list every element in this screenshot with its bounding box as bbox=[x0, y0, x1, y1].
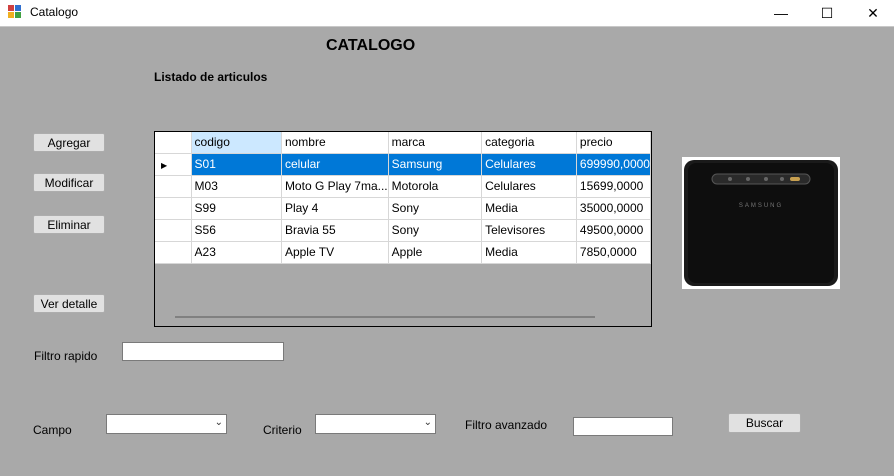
close-icon: ✕ bbox=[867, 4, 879, 21]
quick-filter-input[interactable] bbox=[122, 342, 284, 361]
row-header-cell[interactable] bbox=[155, 175, 192, 198]
app-icon bbox=[8, 5, 22, 19]
table-cell[interactable]: Apple bbox=[388, 241, 483, 264]
row-header-cell[interactable] bbox=[155, 241, 192, 264]
phone-image-graphic: SAMSUNG bbox=[684, 160, 838, 286]
table-cell[interactable]: Media bbox=[481, 241, 577, 264]
modify-button[interactable]: Modificar bbox=[33, 173, 105, 192]
window-title: Catalogo bbox=[30, 5, 79, 19]
row-header-cell[interactable]: ▶ bbox=[155, 153, 192, 176]
table-cell[interactable]: celular bbox=[281, 153, 389, 176]
advanced-filter-label: Filtro avanzado bbox=[465, 418, 548, 432]
criteria-select[interactable]: ⌄ bbox=[315, 414, 436, 434]
table-cell[interactable]: 35000,0000 bbox=[576, 197, 651, 220]
horizontal-scrollbar[interactable] bbox=[175, 316, 595, 318]
row-header-cell[interactable] bbox=[155, 197, 192, 220]
brand-label: SAMSUNG bbox=[739, 203, 783, 209]
table-cell[interactable]: 15699,0000 bbox=[576, 175, 651, 198]
table-cell[interactable]: Celulares bbox=[481, 175, 577, 198]
table-cell[interactable]: Sony bbox=[388, 219, 483, 242]
table-cell[interactable]: S56 bbox=[191, 219, 282, 242]
chevron-down-icon: ⌄ bbox=[214, 417, 223, 428]
table-row[interactable]: S99 Play 4 Sony Media 35000,0000 bbox=[155, 197, 651, 220]
minimize-icon: — bbox=[774, 5, 788, 21]
table-cell[interactable]: 49500,0000 bbox=[576, 219, 651, 242]
advanced-filter-input[interactable] bbox=[573, 417, 673, 436]
table-cell[interactable]: Televisores bbox=[481, 219, 577, 242]
grid-corner-cell bbox=[155, 132, 192, 154]
articles-grid[interactable]: codigo nombre marca categoria precio ▶ S… bbox=[154, 131, 652, 327]
maximize-button[interactable]: ☐ bbox=[804, 0, 850, 26]
table-cell[interactable]: Play 4 bbox=[281, 197, 389, 220]
table-cell[interactable]: Media bbox=[481, 197, 577, 220]
page-title: CATALOGO bbox=[326, 37, 416, 54]
field-label: Campo bbox=[33, 423, 72, 437]
column-header-precio[interactable]: precio bbox=[576, 132, 651, 154]
table-row[interactable]: S56 Bravia 55 Sony Televisores 49500,000… bbox=[155, 219, 651, 242]
table-cell[interactable]: Apple TV bbox=[281, 241, 389, 264]
search-button[interactable]: Buscar bbox=[728, 413, 801, 433]
table-cell[interactable]: Sony bbox=[388, 197, 483, 220]
table-cell[interactable]: S01 bbox=[191, 153, 282, 176]
table-cell[interactable]: 7850,0000 bbox=[576, 241, 651, 264]
maximize-icon: ☐ bbox=[820, 4, 834, 21]
minimize-button[interactable]: — bbox=[758, 0, 804, 26]
grid-header-row: codigo nombre marca categoria precio bbox=[155, 132, 651, 154]
table-row[interactable]: A23 Apple TV Apple Media 7850,0000 bbox=[155, 241, 651, 264]
phone-image: SAMSUNG bbox=[682, 157, 840, 289]
chevron-down-icon: ⌄ bbox=[423, 417, 432, 428]
column-header-categoria[interactable]: categoria bbox=[481, 132, 577, 154]
table-cell[interactable]: A23 bbox=[191, 241, 282, 264]
table-cell[interactable]: S99 bbox=[191, 197, 282, 220]
delete-button[interactable]: Eliminar bbox=[33, 215, 105, 234]
table-cell[interactable]: Bravia 55 bbox=[281, 219, 389, 242]
close-button[interactable]: ✕ bbox=[850, 0, 894, 26]
details-button[interactable]: Ver detalle bbox=[33, 294, 105, 313]
table-cell[interactable]: Celulares bbox=[481, 153, 577, 176]
quick-filter-label: Filtro rapido bbox=[34, 349, 98, 363]
table-cell[interactable]: Motorola bbox=[388, 175, 483, 198]
add-button[interactable]: Agregar bbox=[33, 133, 105, 152]
current-row-arrow-icon: ▶ bbox=[161, 161, 168, 170]
list-subtitle: Listado de articulos bbox=[154, 70, 268, 84]
criteria-label: Criterio bbox=[263, 423, 302, 437]
column-header-marca[interactable]: marca bbox=[388, 132, 483, 154]
field-select[interactable]: ⌄ bbox=[106, 414, 227, 434]
table-cell[interactable]: 699990,0000 bbox=[576, 153, 651, 176]
table-cell[interactable]: Samsung bbox=[388, 153, 483, 176]
table-row[interactable]: ▶ S01 celular Samsung Celulares 699990,0… bbox=[155, 153, 651, 176]
column-header-nombre[interactable]: nombre bbox=[281, 132, 389, 154]
row-header-cell[interactable] bbox=[155, 219, 192, 242]
table-row[interactable]: M03 Moto G Play 7ma... Motorola Celulare… bbox=[155, 175, 651, 198]
table-cell[interactable]: M03 bbox=[191, 175, 282, 198]
title-bar: Catalogo — ☐ ✕ bbox=[0, 0, 894, 27]
column-header-codigo[interactable]: codigo bbox=[191, 132, 282, 154]
table-cell[interactable]: Moto G Play 7ma... bbox=[281, 175, 389, 198]
